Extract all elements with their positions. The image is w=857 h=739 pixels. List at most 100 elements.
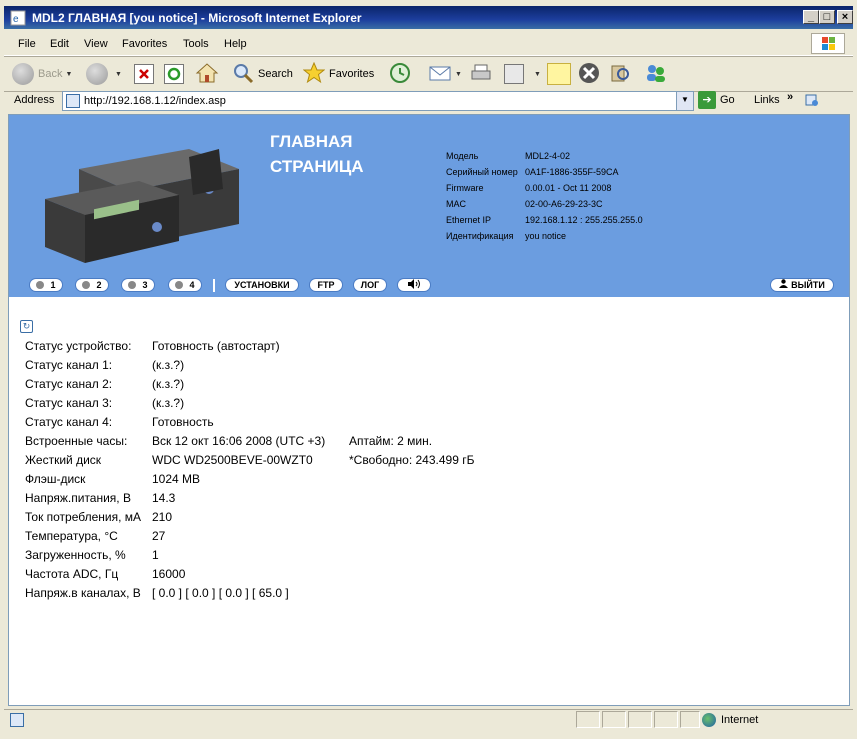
- web-content: ГЛАВНАЯ СТРАНИЦА Модель MDL2-4-02 Серийны…: [8, 114, 850, 706]
- refresh-button[interactable]: [164, 60, 184, 88]
- channel-status-icon: [175, 281, 184, 289]
- home-button[interactable]: [195, 60, 219, 88]
- channel-2-label: 2: [96, 280, 102, 290]
- status-label: Статус канал 2:: [25, 377, 113, 391]
- back-button[interactable]: Back ▼: [12, 60, 72, 88]
- search-icon: [232, 62, 254, 87]
- channel-4-button[interactable]: 4: [169, 279, 201, 291]
- settings-button[interactable]: УСТАНОВКИ: [226, 279, 298, 291]
- window-title: MDL2 ГЛАВНАЯ [you notice] - Microsoft In…: [32, 11, 362, 25]
- device-image: [45, 149, 239, 263]
- mail-dropdown-icon[interactable]: ▼: [455, 71, 462, 78]
- minimize-button[interactable]: _: [803, 10, 819, 24]
- status-bar: Internet: [4, 709, 853, 730]
- status-value: Готовность: [152, 415, 214, 429]
- go-button[interactable]: ➔ Go: [698, 91, 735, 109]
- logout-button[interactable]: ВЫЙТИ: [771, 279, 833, 291]
- status-segment: [576, 711, 600, 728]
- back-arrow-icon: [12, 63, 34, 85]
- status-label: Встроенные часы:: [25, 434, 128, 448]
- favorites-button[interactable]: Favorites: [302, 60, 374, 88]
- search-button[interactable]: Search: [232, 60, 293, 88]
- info-value: 192.168.1.12 : 255.255.255.0: [525, 215, 643, 225]
- forward-button[interactable]: ▼: [86, 60, 122, 88]
- mail-icon: [428, 63, 452, 86]
- info-value: 02-00-A6-29-23-3C: [525, 199, 603, 209]
- print-button[interactable]: [470, 60, 492, 88]
- toolbar: Back ▼ ▼ Search Favorites ▼ ▼: [4, 56, 853, 92]
- menu-tools[interactable]: Tools: [183, 38, 209, 50]
- title-bar[interactable]: e MDL2 ГЛАВНАЯ [you notice] - Microsoft …: [4, 6, 853, 29]
- mail-button[interactable]: ▼: [428, 60, 462, 88]
- users-icon: [644, 62, 668, 87]
- menu-edit[interactable]: Edit: [50, 38, 69, 50]
- status-value: (к.з.?): [152, 377, 185, 391]
- menu-help[interactable]: Help: [224, 38, 247, 50]
- info-value: 0.00.01 - Oct 11 2008: [525, 183, 612, 193]
- research-button[interactable]: [609, 60, 631, 88]
- ie-logo-icon: e: [10, 10, 26, 26]
- messenger-button[interactable]: [644, 60, 668, 88]
- refresh-status-icon[interactable]: ↻: [20, 320, 33, 333]
- status-value: 1024 MB: [152, 472, 201, 486]
- log-button[interactable]: ЛОГ: [354, 279, 386, 291]
- channel-1-button[interactable]: 1: [30, 279, 62, 291]
- status-label: Загруженность, %: [25, 548, 126, 562]
- security-zone[interactable]: Internet: [702, 713, 758, 727]
- speaker-icon: [407, 278, 421, 292]
- ftp-button[interactable]: FTP: [310, 279, 342, 291]
- status-label: Статус канал 3:: [25, 396, 113, 410]
- toolbar-options-icon[interactable]: [804, 92, 820, 108]
- status-value: WDC WD2500BEVE-00WZT0: [152, 453, 313, 467]
- close-button[interactable]: ×: [837, 10, 853, 24]
- address-url[interactable]: http://192.168.1.12/index.asp: [84, 95, 226, 107]
- page-title-line2: СТРАНИЦА: [270, 157, 364, 176]
- back-dropdown-icon[interactable]: ▼: [65, 71, 72, 78]
- menu-file[interactable]: File: [18, 38, 36, 50]
- status-value: (к.з.?): [152, 396, 185, 410]
- forward-dropdown-icon[interactable]: ▼: [115, 71, 122, 78]
- info-label: Серийный номер: [446, 167, 518, 177]
- globe-icon: [702, 713, 716, 727]
- info-label: MAC: [446, 199, 466, 209]
- links-label[interactable]: Links: [754, 94, 780, 106]
- status-segment: [680, 711, 700, 728]
- menu-view[interactable]: View: [84, 38, 108, 50]
- status-value: 210: [152, 510, 173, 524]
- info-value: 0A1F-1886-355F-59CA: [525, 167, 619, 177]
- channel-status-icon: [36, 281, 45, 289]
- links-more-icon[interactable]: »: [787, 91, 793, 103]
- sound-button[interactable]: [398, 278, 430, 292]
- status-segment: [628, 711, 652, 728]
- edit-button[interactable]: ▼: [504, 60, 541, 88]
- stop-icon: [134, 64, 154, 84]
- home-icon: [195, 62, 219, 87]
- info-label: Модель: [446, 151, 479, 161]
- address-label: Address: [14, 94, 55, 106]
- messenger-close-button[interactable]: [578, 60, 600, 88]
- printer-icon: [470, 63, 492, 86]
- status-label: Температура, °С: [25, 529, 118, 543]
- windows-flag-icon: [811, 33, 845, 54]
- info-label: Ethernet IP: [446, 215, 492, 225]
- status-value: 14.3: [152, 491, 176, 505]
- address-dropdown-icon[interactable]: ▼: [676, 92, 693, 110]
- channel-3-label: 3: [142, 280, 148, 290]
- circle-x-icon: [578, 62, 600, 87]
- stop-button[interactable]: [134, 60, 154, 88]
- discuss-button[interactable]: [547, 60, 571, 88]
- history-button[interactable]: [389, 60, 411, 88]
- maximize-button[interactable]: □: [819, 10, 835, 24]
- status-value: 1: [152, 548, 159, 562]
- info-value: MDL2-4-02: [525, 151, 571, 161]
- address-input[interactable]: http://192.168.1.12/index.asp ▼: [62, 91, 694, 111]
- channel-3-button[interactable]: 3: [122, 279, 154, 291]
- menu-favorites[interactable]: Favorites: [122, 38, 167, 50]
- channel-4-label: 4: [189, 280, 195, 290]
- page-header: ГЛАВНАЯ СТРАНИЦА Модель MDL2-4-02 Серийны…: [9, 115, 849, 297]
- note-icon: [547, 63, 571, 85]
- go-arrow-icon: ➔: [698, 91, 716, 109]
- edit-dropdown-icon[interactable]: ▼: [534, 71, 541, 78]
- status-label: Статус канал 1:: [25, 358, 113, 372]
- channel-2-button[interactable]: 2: [76, 279, 108, 291]
